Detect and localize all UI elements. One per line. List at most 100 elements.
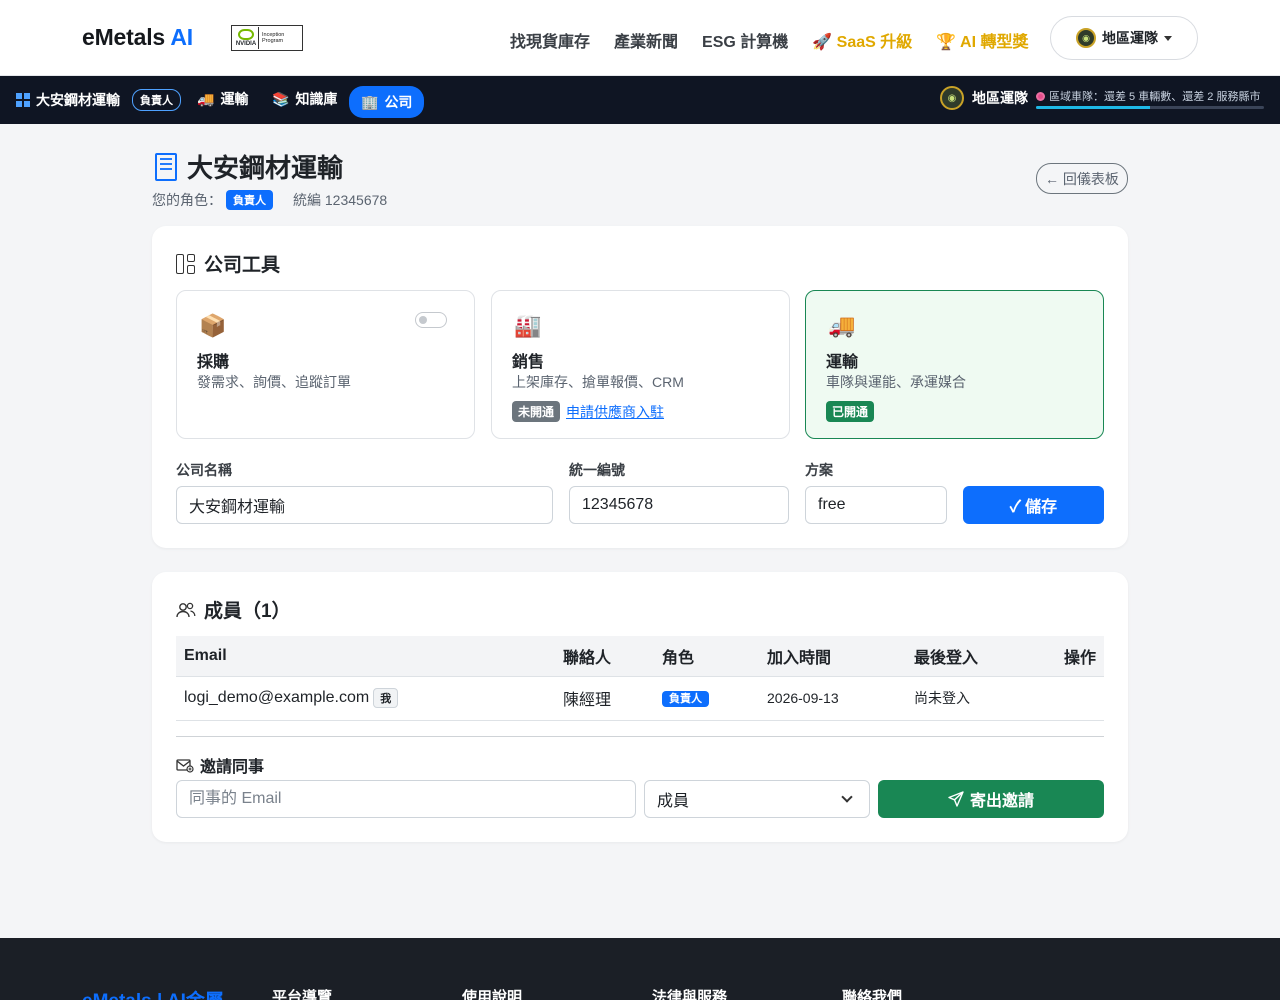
footer-brand: eMetals | AI金屬 bbox=[82, 986, 224, 1000]
envelope-plus-icon bbox=[176, 759, 194, 773]
member-joined: 2026-09-13 bbox=[759, 676, 906, 721]
layout-icon bbox=[176, 253, 196, 274]
tool-card-procurement[interactable]: 📦 採購 發需求、詢價、追蹤訂單 bbox=[176, 290, 475, 439]
region-progress-text: 區域車隊：還差 5 車輛數、還差 2 服務縣市 bbox=[1049, 91, 1261, 103]
members-heading: 成員（1） bbox=[176, 596, 291, 623]
subnav-region[interactable]: ◉ 地區運隊 bbox=[940, 86, 1028, 110]
region-button-label: 地區運隊 bbox=[1102, 30, 1158, 46]
package-icon: 📦 bbox=[199, 313, 227, 338]
back-to-dashboard-button[interactable]: ← 回儀表板 bbox=[1036, 163, 1128, 194]
status-badge: 未開通 bbox=[512, 401, 561, 422]
col-email: Email bbox=[176, 636, 555, 677]
member-role-cell: 負責人 bbox=[654, 676, 759, 721]
member-email-cell: logi_demo@example.com 我 bbox=[176, 676, 555, 721]
members-table: Email 聯絡人 角色 加入時間 最後登入 操作 logi_demo@exam… bbox=[176, 636, 1104, 721]
nvidia-word: NVIDIA bbox=[235, 41, 257, 47]
col-role: 角色 bbox=[654, 636, 759, 677]
invite-heading: 邀請同事 bbox=[176, 753, 264, 777]
table-header-row: Email 聯絡人 角色 加入時間 最後登入 操作 bbox=[176, 636, 1104, 677]
plan-input[interactable] bbox=[805, 486, 947, 524]
nav-link-saas[interactable]: 🚀 SaaS 升級 bbox=[812, 28, 912, 52]
company-tools-title: 公司工具 bbox=[204, 255, 281, 276]
footer-col-legal[interactable]: 法律與服務 bbox=[652, 986, 727, 1000]
tool-status: 未開通 申請供應商入駐 bbox=[512, 401, 664, 422]
tool-card-transport[interactable]: 🚚 運輸 車隊與運能、承運媒合 已開通 bbox=[805, 290, 1104, 439]
subnav-company[interactable]: 大安鋼材運輸 負責人 bbox=[16, 89, 181, 111]
col-contact: 聯絡人 bbox=[555, 636, 654, 677]
section-divider bbox=[176, 736, 1104, 737]
nav-link-esg[interactable]: ESG 計算機 bbox=[702, 28, 788, 52]
tab-knowledge-label: 知識庫 bbox=[295, 91, 338, 107]
tool-card-sales[interactable]: 🏭 銷售 上架庫存、搶單報價、CRM 未開通 申請供應商入駐 bbox=[491, 290, 790, 439]
footer-col-help[interactable]: 使用說明 bbox=[462, 986, 522, 1000]
dashboard-grid-icon bbox=[16, 93, 30, 107]
tool-name: 採購 bbox=[197, 354, 230, 371]
subnav-region-label: 地區運隊 bbox=[972, 90, 1028, 106]
target-icon bbox=[1036, 91, 1045, 101]
status-badge: 已開通 bbox=[826, 401, 875, 422]
plan-label: 方案 bbox=[805, 462, 833, 478]
tab-company[interactable]: 🏢 公司 bbox=[349, 86, 425, 118]
member-actions bbox=[1041, 676, 1104, 721]
region-progress: 區域車隊：還差 5 車輛數、還差 2 服務縣市 bbox=[1036, 88, 1264, 109]
members-title: 成員（1） bbox=[204, 601, 291, 622]
brand-logo[interactable]: eMetals AI bbox=[82, 24, 193, 51]
company-tools-card: 公司工具 📦 採購 發需求、詢價、追蹤訂單 🏭 銷售 上架庫存、搶單報價、CRM… bbox=[152, 226, 1128, 548]
tool-desc: 發需求、詢價、追蹤訂單 bbox=[197, 374, 351, 390]
region-avatar-icon: ◉ bbox=[1076, 28, 1096, 48]
tab-transport[interactable]: 🚚 運輸 bbox=[197, 89, 248, 109]
tool-desc: 車隊與運能、承運媒合 bbox=[826, 374, 966, 390]
top-navbar: eMetals AI NVIDIA Inception Program 找現貨庫… bbox=[0, 0, 1280, 76]
tax-id-label: 統一編號 bbox=[569, 462, 625, 478]
region-progress-fill bbox=[1036, 106, 1150, 109]
save-button[interactable]: ✓ 儲存 bbox=[963, 486, 1104, 524]
books-icon: 📚 bbox=[272, 90, 290, 107]
building-icon bbox=[155, 152, 177, 181]
company-name-input[interactable] bbox=[176, 486, 553, 524]
invite-role-select[interactable]: 成員 bbox=[644, 780, 870, 818]
subnav-company-name: 大安鋼材運輸 bbox=[36, 92, 120, 108]
member-email: logi_demo@example.com bbox=[184, 689, 370, 707]
nav-link-ai-award[interactable]: 🏆 AI 轉型獎 bbox=[936, 28, 1028, 52]
apply-supplier-link[interactable]: 申請供應商入駐 bbox=[566, 402, 664, 422]
inception-text: Inception Program bbox=[262, 32, 285, 44]
tool-desc: 上架庫存、搶單報價、CRM bbox=[512, 374, 684, 390]
tax-id-input[interactable] bbox=[569, 486, 789, 524]
truck-icon: 🚚 bbox=[197, 90, 215, 107]
footer-col-contact[interactable]: 聯絡我們 bbox=[842, 986, 902, 1000]
brand-ai: AI bbox=[170, 24, 193, 50]
procurement-toggle[interactable] bbox=[415, 312, 447, 328]
tool-name: 銷售 bbox=[512, 354, 545, 371]
tab-knowledge[interactable]: 📚 知識庫 bbox=[272, 89, 337, 109]
region-team-avatar-icon: ◉ bbox=[940, 86, 964, 110]
send-invite-button[interactable]: 寄出邀請 bbox=[878, 780, 1104, 818]
col-actions: 操作 bbox=[1041, 636, 1104, 677]
role-badge: 負責人 bbox=[226, 190, 273, 210]
top-nav-links: 找現貨庫存 產業新聞 ESG 計算機 🚀 SaaS 升級 🏆 AI 轉型獎 bbox=[510, 28, 1052, 52]
company-name-label: 公司名稱 bbox=[176, 462, 232, 478]
nav-link-stock[interactable]: 找現貨庫存 bbox=[510, 28, 590, 52]
nav-link-news[interactable]: 產業新聞 bbox=[614, 28, 678, 52]
member-last-login: 尚未登入 bbox=[906, 676, 1041, 721]
footer-col-guide[interactable]: 平台導覽 bbox=[272, 986, 332, 1000]
footer: eMetals | AI金屬 平台導覽 使用說明 法律與服務 聯絡我們 bbox=[0, 938, 1280, 1000]
members-card: 成員（1） Email 聯絡人 角色 加入時間 最後登入 操作 logi_dem… bbox=[152, 572, 1128, 842]
people-icon bbox=[176, 602, 196, 617]
chevron-down-icon bbox=[841, 791, 853, 803]
tool-status: 已開通 bbox=[826, 401, 875, 422]
nvidia-logo-icon: NVIDIA bbox=[234, 27, 260, 49]
building-icon: 🏢 bbox=[361, 93, 379, 110]
page-title: 大安鋼材運輸 bbox=[155, 148, 343, 185]
region-dropdown-button[interactable]: ◉ 地區運隊 bbox=[1050, 16, 1198, 60]
col-joined: 加入時間 bbox=[759, 636, 906, 677]
factory-icon: 🏭 bbox=[514, 313, 542, 338]
company-tools-heading: 公司工具 bbox=[176, 250, 280, 277]
me-badge: 我 bbox=[373, 688, 399, 708]
nvidia-inception-badge: NVIDIA Inception Program bbox=[231, 25, 303, 51]
send-icon bbox=[948, 791, 964, 807]
invite-title: 邀請同事 bbox=[200, 759, 265, 776]
invite-email-input[interactable] bbox=[176, 780, 636, 818]
region-progress-track bbox=[1036, 106, 1264, 109]
col-last-login: 最後登入 bbox=[906, 636, 1041, 677]
member-role-badge: 負責人 bbox=[662, 691, 709, 707]
